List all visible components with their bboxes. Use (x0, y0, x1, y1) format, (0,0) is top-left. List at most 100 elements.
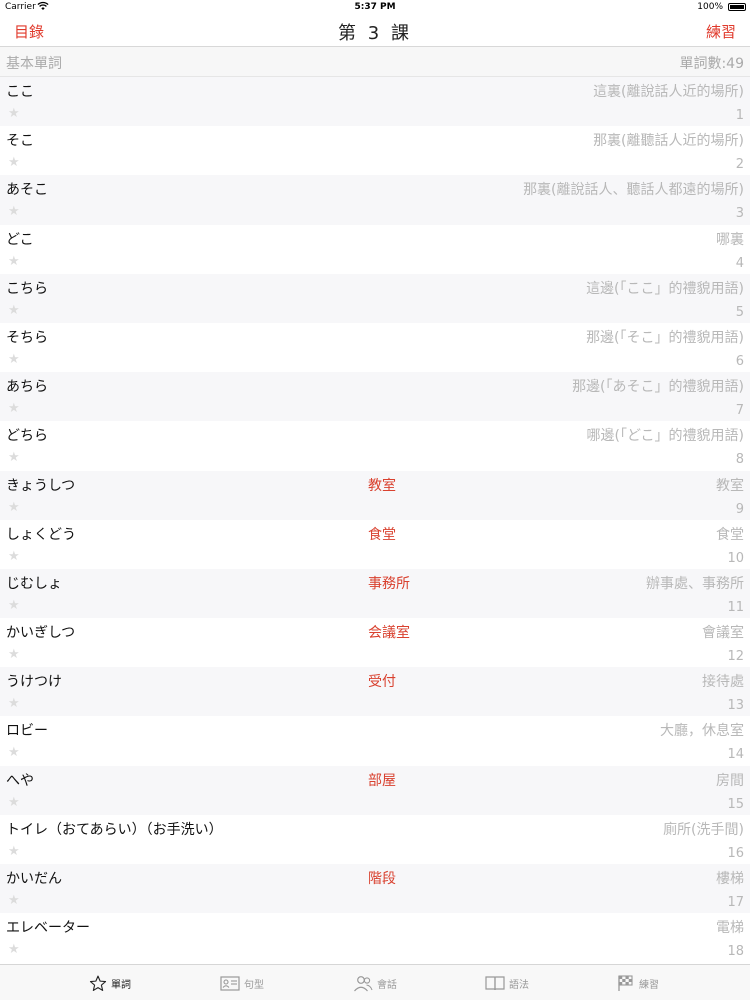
favorite-star-icon[interactable]: ★ (8, 894, 20, 907)
word-kana: じむしょ (6, 575, 62, 592)
word-kana: うけつけ (6, 674, 62, 691)
word-row[interactable]: うけつけ 受付 接待處 ★ 13 (0, 667, 750, 717)
word-row[interactable]: あそこ 那裏(離說話人、聽話人都遠的場所) ★ 3 (0, 175, 750, 225)
word-meaning: 那裏(離聽話人近的場所) (593, 133, 744, 150)
word-row[interactable]: どこ 哪裏 ★ 4 (0, 225, 750, 274)
tab-practice[interactable]: 練習 (617, 972, 659, 994)
word-kanji: 会議室 (368, 625, 410, 642)
word-meaning: 大廳，休息室 (660, 723, 744, 740)
word-number: 5 (735, 304, 744, 320)
word-number: 11 (727, 599, 744, 615)
tab-label: 語法 (509, 979, 529, 991)
favorite-star-icon[interactable]: ★ (8, 746, 20, 759)
word-kana: ここ (6, 84, 34, 100)
word-meaning: 接待處 (702, 674, 744, 691)
favorite-star-icon[interactable]: ★ (8, 501, 20, 514)
word-row[interactable]: こちら 這邊(「ここ」的禮貌用語) ★ 5 (0, 273, 750, 323)
word-kana: どちら (6, 428, 48, 445)
favorite-star-icon[interactable]: ★ (8, 451, 20, 464)
word-row[interactable]: エレベーター 電梯 ★ 18 (0, 913, 750, 962)
word-row[interactable]: じむしょ 事務所 辦事處、事務所 ★ 11 (0, 568, 750, 619)
word-number: 10 (727, 550, 744, 566)
word-meaning: 教室 (716, 477, 744, 494)
word-kanji: 教室 (368, 477, 396, 494)
word-number: 14 (727, 747, 744, 763)
tab-words[interactable]: 單詞 (89, 972, 131, 994)
word-meaning: 會議室 (702, 625, 744, 642)
practice-button[interactable]: 練習 (706, 21, 736, 42)
status-bar: Carrier 5:37 PM 100% (0, 0, 750, 14)
word-count: 單詞數:49 (679, 56, 744, 72)
word-row[interactable]: トイレ（おてあらい）（お手洗い） 廁所(洗手間) ★ 16 (0, 815, 750, 864)
word-meaning: 哪邊(「どこ」的禮貌用語) (586, 428, 744, 445)
word-kana: へや (6, 772, 34, 789)
word-meaning: 哪裏 (716, 231, 744, 248)
word-kana: どこ (6, 231, 34, 248)
word-row[interactable]: そこ 那裏(離聽話人近的場所) ★ 2 (0, 126, 750, 175)
tab-conversation[interactable]: 會話 (353, 972, 397, 994)
book-icon (485, 975, 505, 991)
word-meaning: 那邊(「そこ」的禮貌用語) (586, 329, 744, 346)
word-number: 15 (727, 796, 744, 812)
tab-sentence-patterns[interactable]: 句型 (220, 972, 264, 994)
word-row[interactable]: あちら 那邊(「あそこ」的禮貌用語) ★ 7 (0, 372, 750, 422)
word-number: 4 (735, 255, 744, 271)
word-kana: しょくどう (6, 526, 76, 543)
word-meaning: 房間 (716, 772, 744, 789)
word-kana: あそこ (6, 182, 48, 199)
tab-label: 句型 (244, 979, 264, 991)
favorite-star-icon[interactable]: ★ (8, 599, 20, 612)
word-kana: そこ (6, 133, 34, 150)
word-number: 12 (727, 649, 744, 665)
word-row[interactable]: ロビー 大廳，休息室 ★ 14 (0, 716, 750, 765)
favorite-star-icon[interactable]: ★ (8, 304, 20, 317)
word-kana: かいだん (6, 871, 62, 887)
word-list[interactable]: ここ 這裏(離說話人近的場所) ★ 1 そこ 那裏(離聽話人近的場所) ★ 2 あそこ 那裏(離說… (0, 77, 750, 964)
word-kana: こちら (6, 280, 48, 297)
word-meaning: 那裏(離說話人、聽話人都遠的場所) (523, 182, 744, 199)
word-kana: あちら (6, 379, 48, 396)
word-kana: そちら (6, 329, 48, 346)
word-number: 16 (727, 845, 744, 861)
favorite-star-icon[interactable]: ★ (8, 943, 20, 956)
favorite-star-icon[interactable]: ★ (8, 697, 20, 710)
word-kana: かいぎしつ (6, 625, 76, 642)
word-row[interactable]: へや 部屋 房間 ★ 15 (0, 765, 750, 815)
favorite-star-icon[interactable]: ★ (8, 156, 20, 169)
battery-percent: 100% (697, 2, 723, 12)
navigation-bar: 目錄 第 3 課 練習 (0, 14, 750, 47)
tab-label: 單詞 (111, 979, 131, 991)
word-meaning: 電梯 (716, 920, 744, 937)
section-header: 基本單詞 單詞數:49 (0, 47, 750, 77)
favorite-star-icon[interactable]: ★ (8, 648, 20, 661)
word-number: 7 (735, 403, 744, 419)
word-number: 6 (735, 353, 744, 369)
favorite-star-icon[interactable]: ★ (8, 402, 20, 415)
battery-icon (728, 3, 746, 11)
checkered-flag-icon (617, 974, 635, 992)
word-row[interactable]: そちら 那邊(「そこ」的禮貌用語) ★ 6 (0, 323, 750, 372)
favorite-star-icon[interactable]: ★ (8, 845, 20, 858)
id-card-icon (220, 975, 240, 991)
word-row[interactable]: しょくどう 食堂 食堂 ★ 10 (0, 520, 750, 569)
word-number: 3 (735, 206, 744, 222)
favorite-star-icon[interactable]: ★ (8, 550, 20, 563)
word-row[interactable]: きょうしつ 教室 教室 ★ 9 (0, 470, 750, 520)
word-kanji: 受付 (368, 674, 396, 691)
word-meaning: 廁所(洗手間) (663, 821, 744, 838)
word-row[interactable]: かいぎしつ 会議室 會議室 ★ 12 (0, 618, 750, 667)
favorite-star-icon[interactable]: ★ (8, 255, 20, 268)
word-number: 9 (735, 501, 744, 517)
word-meaning: 這裏(離說話人近的場所) (593, 84, 744, 100)
favorite-star-icon[interactable]: ★ (8, 205, 20, 218)
tab-grammar[interactable]: 語法 (485, 972, 529, 994)
word-row[interactable]: ここ 這裏(離說話人近的場所) ★ 1 (0, 77, 750, 127)
word-row[interactable]: どちら 哪邊(「どこ」的禮貌用語) ★ 8 (0, 421, 750, 470)
tab-label: 會話 (377, 979, 397, 991)
word-meaning: 辦事處、事務所 (646, 575, 744, 592)
word-row[interactable]: かいだん 階段 樓梯 ★ 17 (0, 864, 750, 914)
favorite-star-icon[interactable]: ★ (8, 107, 20, 120)
word-number: 8 (735, 452, 744, 468)
favorite-star-icon[interactable]: ★ (8, 796, 20, 809)
favorite-star-icon[interactable]: ★ (8, 353, 20, 366)
